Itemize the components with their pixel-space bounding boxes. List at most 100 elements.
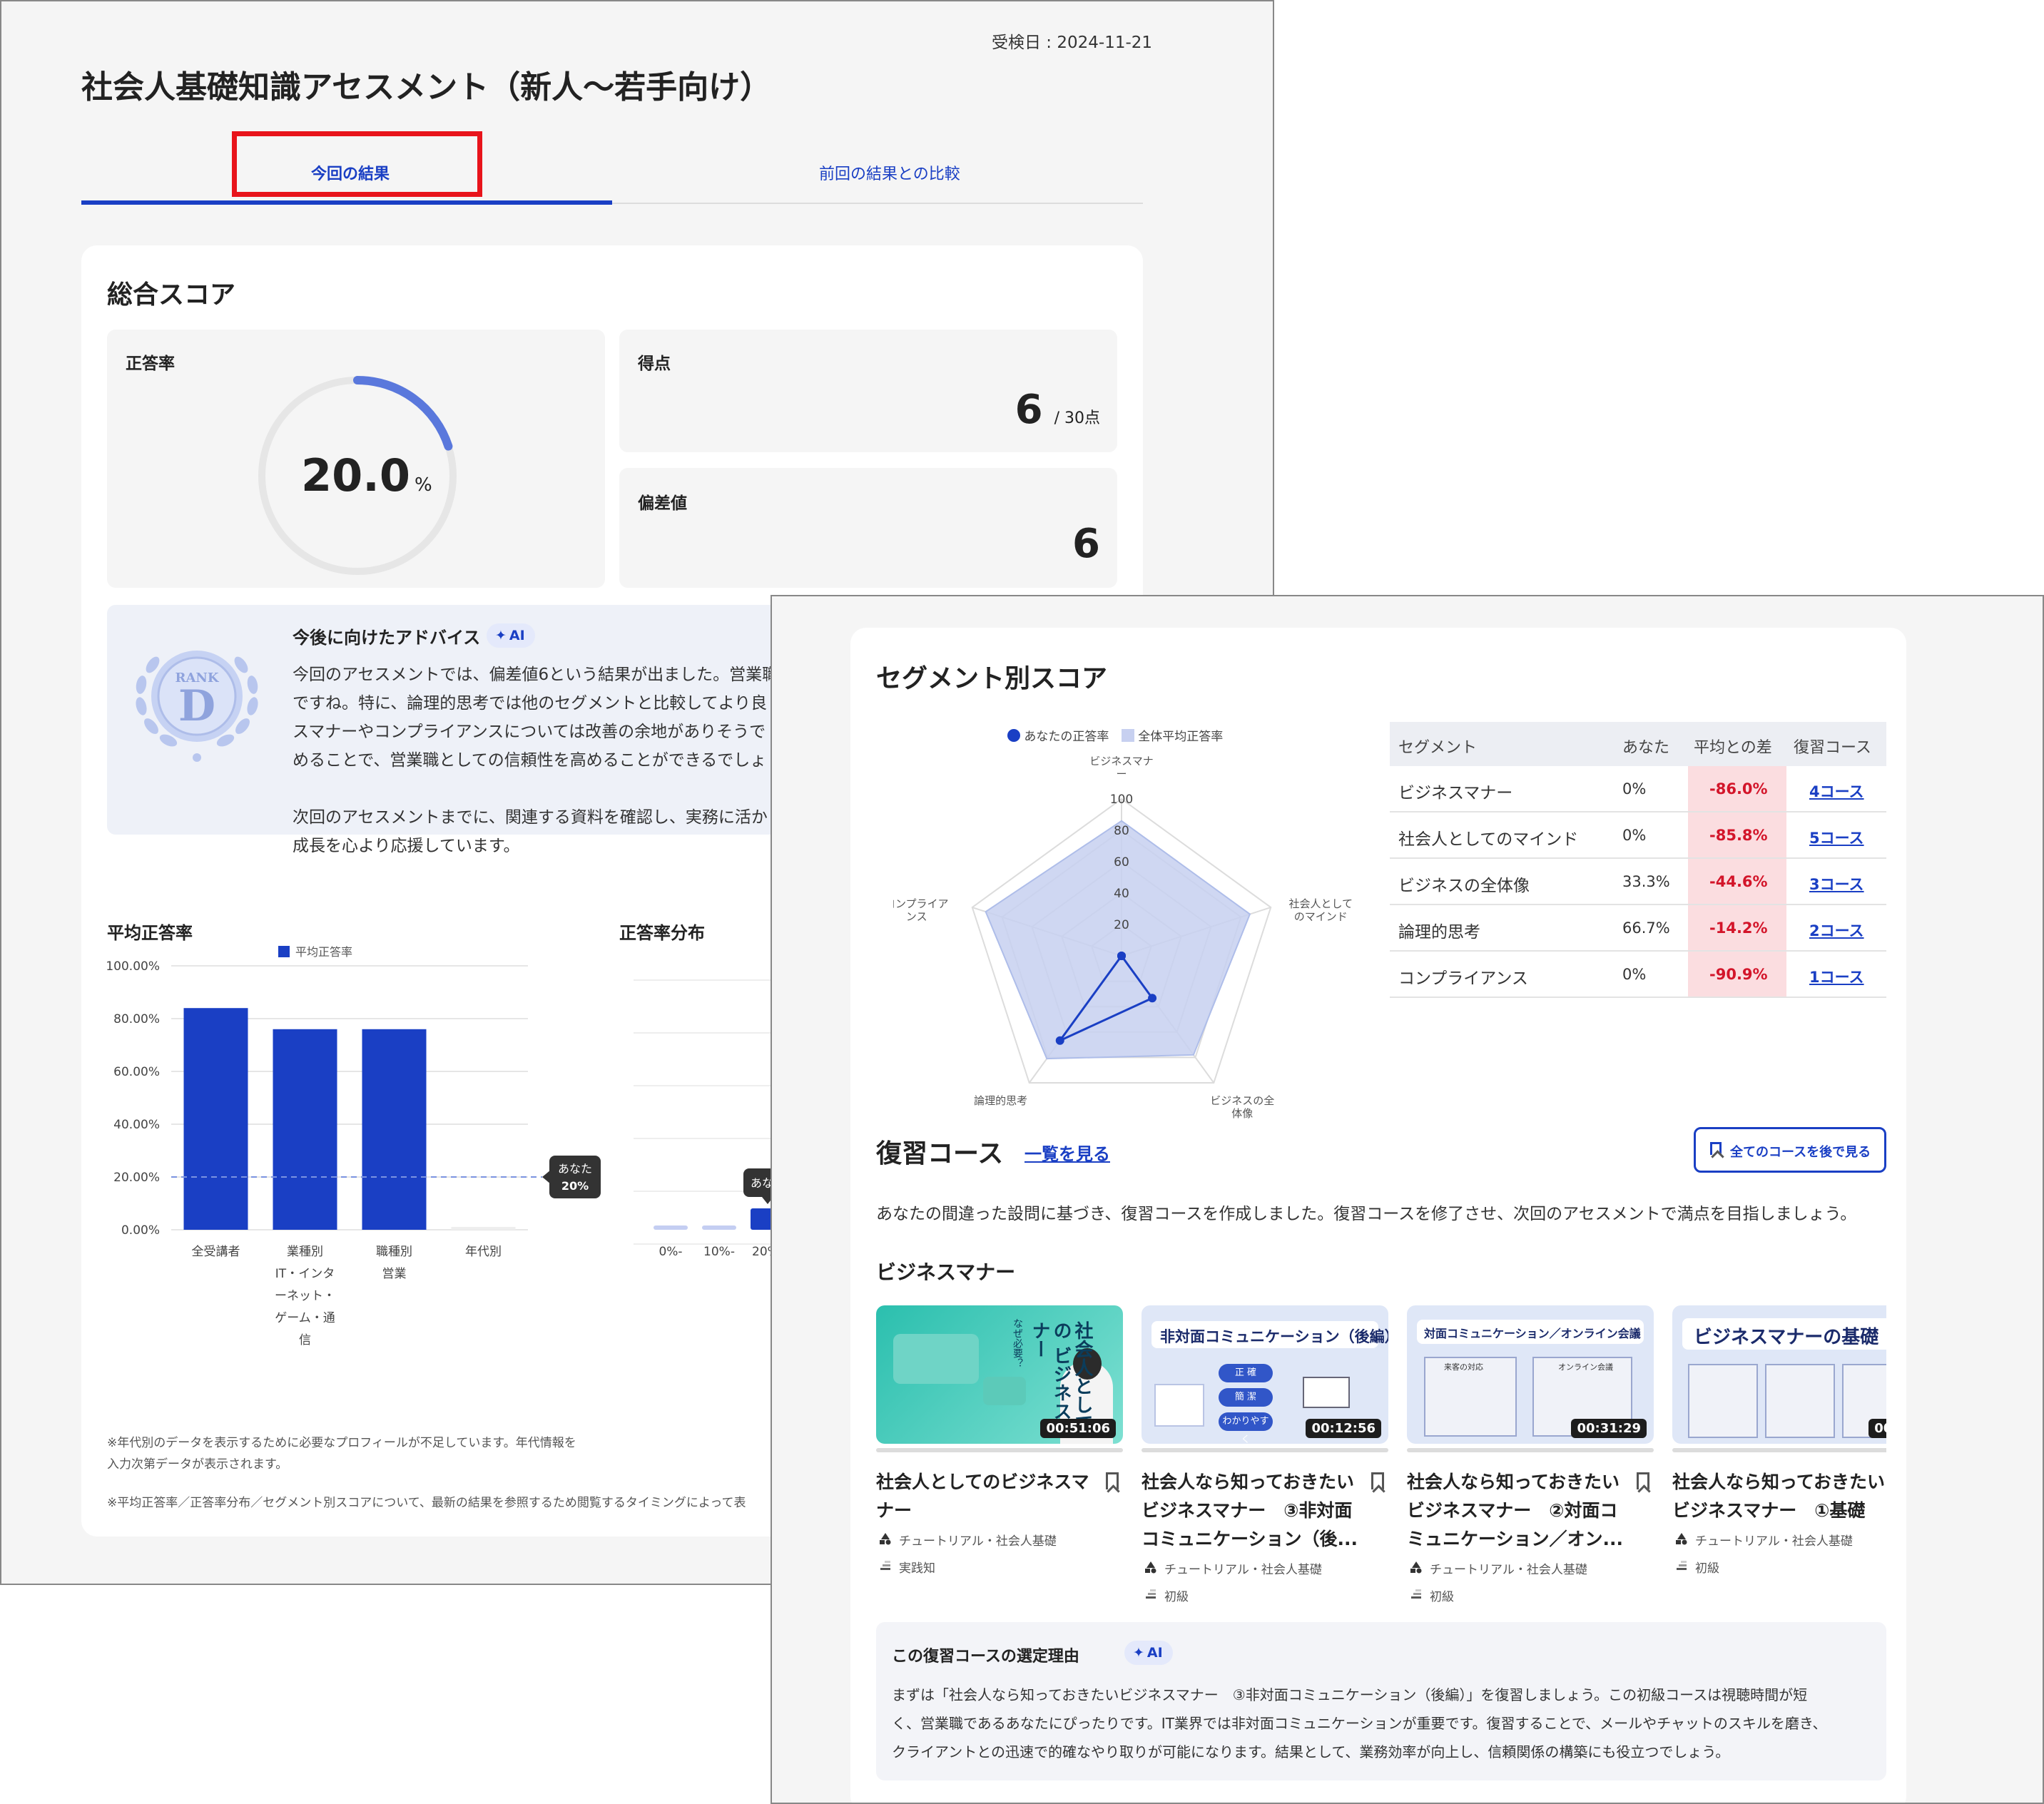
save-all-label: 全てのコースを後で見る xyxy=(1730,1145,1871,1160)
course-title: 社会人としてのビジネスマ ナー xyxy=(876,1468,1090,1525)
progress-track xyxy=(1407,1448,1654,1452)
radar-your-point xyxy=(1117,952,1126,960)
bookmark-icon[interactable] xyxy=(1637,1472,1649,1489)
view-all-link[interactable]: 一覧を見る xyxy=(1024,1140,1110,1165)
radar-tick-label: 60 xyxy=(1114,855,1129,870)
video-duration: 00:31:29 xyxy=(1571,1419,1647,1438)
course-count-link[interactable]: 2コース xyxy=(1809,919,1864,941)
score-label: 得点 xyxy=(638,355,671,373)
segment-table: セグメント あなた 平均との差 復習コース ビジネスマナー 0% -86.0% 4コー… xyxy=(1390,722,1886,998)
category-icon xyxy=(1144,1561,1157,1574)
bar xyxy=(183,1008,248,1230)
table-body: ビジネスマナー 0% -86.0% 4コース 社会人としてのマインド 0% -85.8% 5コ… xyxy=(1390,766,1886,998)
course-card[interactable]: 対面コミュニケーション／オンライン会議 来客の対応 オンライン会議 00:31:29 社… xyxy=(1407,1305,1654,1605)
course-list: 社会人としての ビジネスマナー なぜ必要？ 00:51:06 社会人としてのビジネスマ… xyxy=(876,1305,1886,1605)
bin-bar xyxy=(702,1225,736,1230)
radar-tick-label: 100 xyxy=(1110,793,1133,807)
your-score: 0% xyxy=(1622,780,1647,797)
x-tick-label: 営業 xyxy=(382,1267,407,1281)
thumbnail-illustration xyxy=(893,1334,979,1384)
note-line: ※年代別のデータを表示するために必要なプロフィールが不足しています。年代情報を xyxy=(107,1436,576,1450)
tab-previous-comparison[interactable]: 前回の結果との比較 xyxy=(612,130,1143,204)
course-thumbnail[interactable]: 社会人としての ビジネスマナー なぜ必要？ 00:51:06 xyxy=(876,1305,1123,1444)
progress-track xyxy=(1142,1448,1388,1452)
level-icon xyxy=(1144,1588,1157,1601)
x-tick-label: ーネット・ xyxy=(275,1289,335,1303)
review-category: ビジネスマナー xyxy=(876,1260,1016,1284)
radar-tick-label: 80 xyxy=(1114,824,1129,838)
segment-radar-chart: 100 80 60 40 20 ビジネスマナー社会人としてのマインドビジネスの全体像 論理的… xyxy=(893,756,1353,1120)
advice-line: スマナーやコンプライアンスについては改善の余地がありそうで xyxy=(293,723,766,741)
radar-axis-label: 論理的思考 xyxy=(974,1094,1027,1107)
save-all-button[interactable]: 全てのコースを後で見る xyxy=(1694,1127,1886,1173)
reason-line: く、営業職であるあなたにぴったりです。IT業界では非対面コミュニケーションが重要… xyxy=(892,1715,1827,1732)
course-count-link[interactable]: 5コース xyxy=(1809,827,1864,848)
svg-text:D: D xyxy=(178,681,215,731)
segment-name: ビジネスの全体像 xyxy=(1398,877,1530,895)
table-row: ビジネスの全体像 33.3% -44.6% 3コース xyxy=(1390,859,1886,905)
course-level: 初級 xyxy=(1430,1590,1454,1604)
x-tick-label: 0%- xyxy=(659,1245,682,1259)
course-count-link[interactable]: 1コース xyxy=(1809,966,1864,987)
your-score: 66.7% xyxy=(1622,919,1670,937)
course-thumbnail[interactable]: 非対面コミュニケーション（後編） 正 確簡 潔わかりやすく 00:12:56 xyxy=(1142,1305,1388,1444)
thumbnail-illustration xyxy=(983,1377,1026,1405)
segment-card: セグメント別スコア あなたの正答率 全体平均正答率 100 80 60 40 20 ビジネ… xyxy=(850,628,1906,1803)
accuracy-label: 正答率 xyxy=(126,355,175,373)
course-card[interactable]: ビジネスマナーの基礎 00:2 社会人なら知っておきたいビジネスマナー ①基礎チュー… xyxy=(1672,1305,1886,1605)
course-level: 実践知 xyxy=(899,1561,935,1576)
callout-value: 20% xyxy=(561,1179,589,1193)
your-score: 0% xyxy=(1622,966,1647,983)
reason-ai-badge: ✦ AI xyxy=(1124,1641,1173,1665)
reason-line: クライアントとの迅速で的確なやり取りが可能になります。結果として、業務効率が向上… xyxy=(892,1743,1730,1760)
thumbnail-title: 非対面コミュニケーション（後編） xyxy=(1160,1328,1388,1345)
overall-score-title: 総合スコア xyxy=(107,280,236,310)
bar xyxy=(362,1029,427,1230)
y-tick-label: 100.00% xyxy=(107,959,160,974)
sparkle-icon: ✦ xyxy=(1133,1645,1144,1661)
course-meta: チュートリアル・社会人基礎 xyxy=(1695,1534,1853,1549)
progress-track xyxy=(876,1448,1123,1452)
level-icon xyxy=(879,1559,892,1572)
gauge-progress-arc xyxy=(353,376,453,451)
bookmark-icon[interactable] xyxy=(1371,1472,1384,1489)
segment-name: 論理的思考 xyxy=(1398,923,1480,942)
deviation-value: 6 xyxy=(1072,521,1100,567)
legend-you-label: あなたの正答率 xyxy=(1024,730,1109,744)
course-meta: チュートリアル・社会人基礎 xyxy=(1164,1563,1322,1577)
scene-illustration xyxy=(1688,1364,1758,1438)
course-card[interactable]: 非対面コミュニケーション（後編） 正 確簡 潔わかりやすく 00:12:56 社会人な… xyxy=(1142,1305,1388,1605)
tab-active-indicator xyxy=(81,200,612,205)
callout-label: あなた xyxy=(558,1162,592,1176)
bar-empty xyxy=(451,1227,516,1230)
advice-line: めることで、営業職としての信頼性を高めることができるでしょ xyxy=(293,751,767,770)
table-row: 論理的思考 66.7% -14.2% 2コース xyxy=(1390,905,1886,952)
accuracy-value: 20.0% xyxy=(301,449,432,501)
thumbnail-chip: 簡 潔 xyxy=(1219,1388,1273,1407)
tab-previous-comparison-label: 前回の結果との比較 xyxy=(819,165,960,183)
legend-avg-marker xyxy=(1121,728,1134,742)
thumbnail-title: ビジネスマナーの基礎 xyxy=(1694,1327,1879,1348)
course-title-line: 社会人なら知っておきたい xyxy=(1672,1472,1886,1492)
radar-axis-label: のマインド xyxy=(1294,910,1348,923)
radar-legend: あなたの正答率 全体平均正答率 xyxy=(1007,726,1223,744)
envelope-illustration xyxy=(1303,1377,1350,1408)
review-title: 復習コース xyxy=(876,1139,1004,1168)
footnote: ※平均正答率／正答率分布／セグメント別スコアについて、最新の結果を参照するため閲… xyxy=(107,1496,746,1510)
course-card[interactable]: 社会人としての ビジネスマナー なぜ必要？ 00:51:06 社会人としてのビジネスマ… xyxy=(876,1305,1123,1605)
score-pane: 得点 6/ 30点 xyxy=(619,330,1117,452)
course-meta: チュートリアル・社会人基礎 xyxy=(899,1534,1057,1549)
your-score: 33.3% xyxy=(1622,873,1670,890)
course-title-line: ナー xyxy=(876,1500,912,1521)
legend-you-marker xyxy=(1007,728,1020,742)
bookmark-icon[interactable] xyxy=(1106,1472,1119,1489)
diff-value: -14.2% xyxy=(1709,919,1768,937)
document-illustration xyxy=(1154,1384,1204,1427)
course-count-link[interactable]: 3コース xyxy=(1809,873,1864,895)
header-courses: 復習コース xyxy=(1794,739,1871,757)
course-title: 社会人なら知っておきたい ビジネスマナー ③非対面 コミュニケーション（後... xyxy=(1142,1468,1358,1554)
segment-name: ビジネスマナー xyxy=(1398,784,1513,802)
course-count-link[interactable]: 4コース xyxy=(1809,780,1864,802)
course-thumbnail[interactable]: ビジネスマナーの基礎 00:2 xyxy=(1672,1305,1886,1444)
course-thumbnail[interactable]: 対面コミュニケーション／オンライン会議 来客の対応 オンライン会議 00:31:29 xyxy=(1407,1305,1654,1444)
